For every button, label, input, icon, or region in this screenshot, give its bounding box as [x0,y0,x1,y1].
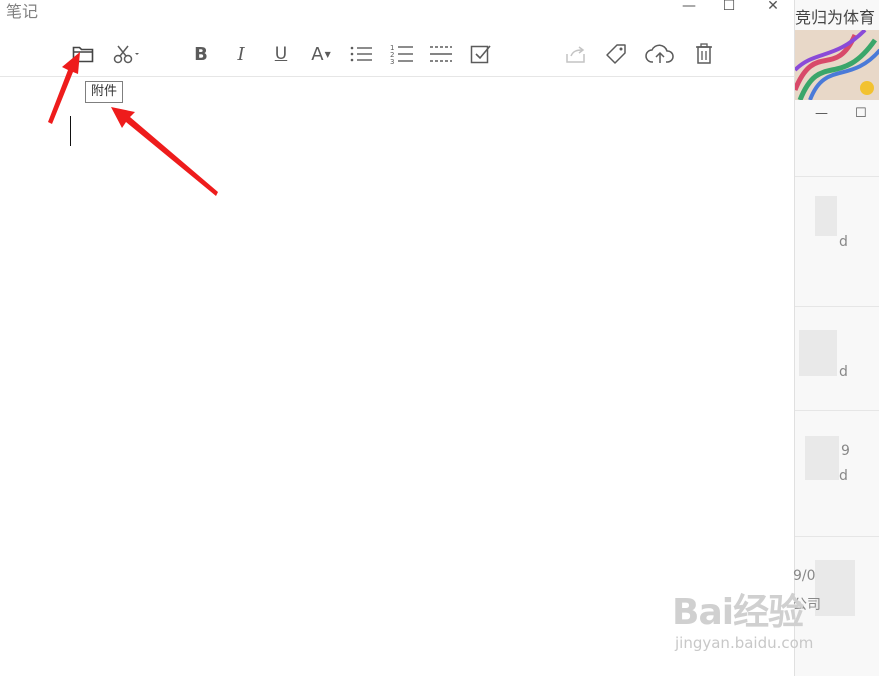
list-item-text: 9/0 [793,568,816,584]
background-maximize-icon[interactable]: ☐ [855,106,867,121]
divider-line-icon[interactable] [428,40,454,68]
numbered-list-icon[interactable]: 123 [389,40,415,68]
blurred-content [815,196,837,236]
list-divider [795,176,879,177]
note-editor-window: 笔记 — ☐ ✕ B I U A ▼ 123 附件 [0,0,794,676]
bold-icon[interactable]: B [190,40,212,68]
font-color-label: A [311,43,324,65]
background-window-title: 竞归为体育 [795,8,876,27]
italic-icon[interactable]: I [230,40,252,68]
minimize-icon[interactable]: — [676,0,702,16]
svg-text:3: 3 [390,58,394,64]
underline-icon[interactable]: U [270,40,292,68]
list-item-text: d [839,234,848,250]
trash-icon[interactable] [693,40,715,68]
text-cursor[interactable] [70,116,71,146]
checkbox-icon[interactable] [468,40,494,68]
share-icon[interactable] [563,40,589,68]
attachment-tooltip: 附件 [85,81,124,103]
maximize-icon[interactable]: ☐ [716,0,742,16]
cloud-upload-icon[interactable] [644,40,676,68]
blurred-content [815,560,855,616]
chevron-down-icon: ▼ [324,49,331,59]
list-item-text: d [839,468,848,484]
editor-toolbar: B I U A ▼ 123 [0,36,794,77]
screenshot-scissors-icon[interactable] [112,40,142,68]
tag-icon[interactable] [603,40,629,68]
blurred-content [805,436,839,480]
blurred-content [799,330,837,376]
window-title: 笔记 [6,2,39,21]
background-window: 竞归为体育 — ☐ d d 9 d 9/0 公司 [793,0,879,676]
banner-image [795,30,879,100]
watermark-url: jingyan.baidu.com [675,634,814,652]
close-icon[interactable]: ✕ [760,0,786,16]
attachment-folder-icon[interactable] [70,40,96,68]
list-divider [795,306,879,307]
watermark-logo: Bai经验 [672,592,804,633]
bullet-list-icon[interactable] [348,40,374,68]
font-color-icon[interactable]: A ▼ [308,40,334,68]
list-item-text: d [839,364,848,380]
background-minimize-icon[interactable]: — [815,106,828,121]
list-divider [795,536,879,537]
list-divider [795,410,879,411]
list-item-text: 9 [841,443,850,459]
